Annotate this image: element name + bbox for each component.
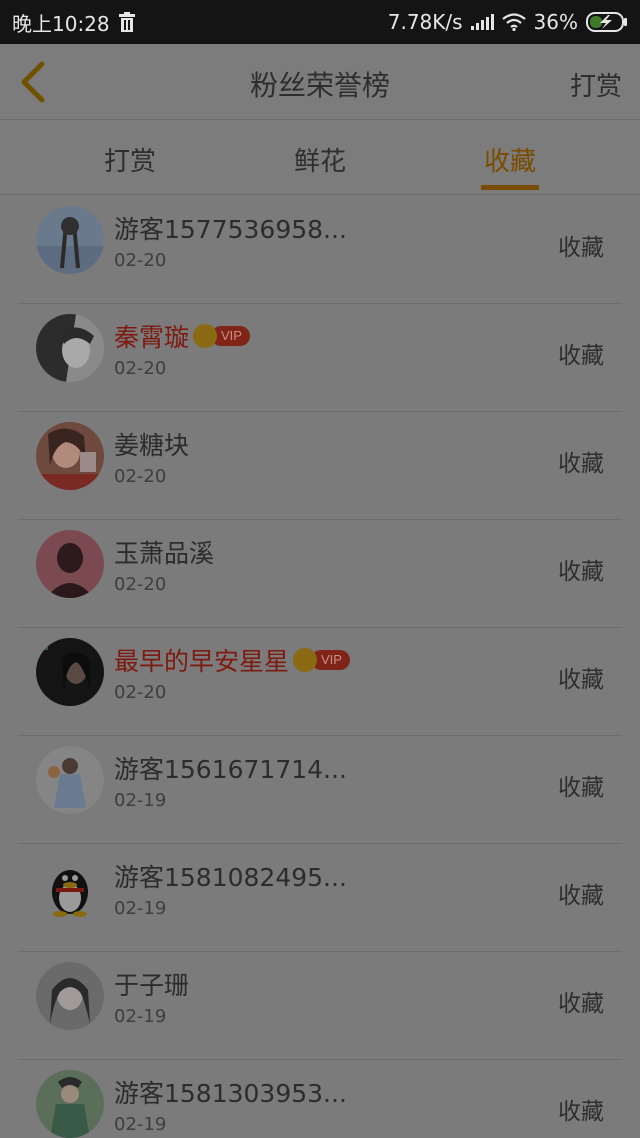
favorite-label: 收藏 [558, 775, 604, 801]
avatar [36, 314, 104, 382]
user-name: 游客1581303953... [114, 1079, 347, 1108]
date: 02-19 [114, 898, 167, 919]
tab-favorites[interactable]: 收藏 [450, 141, 570, 178]
crown-icon [293, 648, 318, 672]
vip-badge: VIP [293, 648, 350, 672]
user-name: 姜糖块 [114, 431, 190, 460]
user-name: 秦霄璇 VIP [114, 318, 250, 354]
user-name: 最早的早安星星 VIP [114, 642, 350, 678]
date: 02-20 [114, 574, 167, 595]
battery-charging-icon [586, 12, 627, 32]
signal-icon [470, 14, 494, 30]
list-item[interactable]: 游客1581082495... 02-19 收藏 [18, 844, 622, 952]
favorite-label: 收藏 [558, 451, 604, 477]
date: 02-20 [114, 358, 167, 379]
status-bar: 晚上10:28 7.78K/s 36% [0, 0, 640, 44]
avatar [36, 638, 104, 706]
list-item[interactable]: 游客1561671714... 02-19 收藏 [18, 736, 622, 844]
user-name: 游客1581082495... [114, 863, 347, 892]
list-item[interactable]: 游客1581303953... 02-19 收藏 [18, 1060, 622, 1138]
avatar [36, 422, 104, 490]
tab-bar: 打赏 鲜花 收藏 [0, 121, 640, 195]
date: 02-19 [114, 1114, 167, 1135]
wifi-icon [501, 13, 526, 31]
avatar [36, 854, 104, 922]
avatar [36, 206, 104, 274]
vip-badge: VIP [193, 324, 250, 348]
crown-icon [193, 324, 218, 348]
date: 02-20 [114, 250, 167, 271]
reward-button[interactable]: 打赏 [570, 66, 622, 103]
list-item[interactable]: 秦霄璇 VIP 02-20 收藏 [18, 304, 622, 412]
trash-icon [118, 12, 135, 32]
list-item[interactable]: 于子珊 02-19 收藏 [18, 952, 622, 1060]
favorite-label: 收藏 [558, 667, 604, 693]
nav-bar: 粉丝荣誉榜 打赏 [0, 44, 640, 120]
user-name: 玉萧品溪 [114, 539, 215, 568]
favorite-label: 收藏 [558, 883, 604, 909]
list-item[interactable]: 玉萧品溪 02-20 收藏 [18, 520, 622, 628]
date: 02-19 [114, 1006, 167, 1027]
network-speed: 7.78K/s [387, 10, 463, 34]
tab-flowers[interactable]: 鲜花 [260, 141, 380, 178]
avatar [36, 746, 104, 814]
favorite-label: 收藏 [558, 991, 604, 1017]
date: 02-20 [114, 466, 167, 487]
screen: 晚上10:28 7.78K/s 36% 粉丝荣誉榜 打赏 打赏 鲜花 收藏 游客… [0, 0, 640, 1138]
favorite-label: 收藏 [558, 343, 604, 369]
favorite-label: 收藏 [558, 1099, 604, 1125]
user-name: 于子珊 [114, 971, 190, 1000]
date: 02-19 [114, 790, 167, 811]
fan-list: 游客1577536958... 02-20 收藏 秦霄璇 VIP 02-20 收… [0, 196, 640, 1138]
user-name: 游客1561671714... [114, 755, 347, 784]
avatar [36, 530, 104, 598]
date: 02-20 [114, 682, 167, 703]
list-item[interactable]: 游客1577536958... 02-20 收藏 [18, 196, 622, 304]
list-item[interactable]: 最早的早安星星 VIP 02-20 收藏 [18, 628, 622, 736]
active-tab-indicator [481, 185, 539, 190]
page-title: 粉丝荣誉榜 [249, 69, 390, 102]
favorite-label: 收藏 [558, 235, 604, 261]
battery-level: 36% [533, 10, 578, 34]
list-item[interactable]: 姜糖块 02-20 收藏 [18, 412, 622, 520]
favorite-label: 收藏 [558, 559, 604, 585]
user-name: 游客1577536958... [114, 215, 347, 244]
avatar [36, 962, 104, 1030]
avatar [36, 1070, 104, 1138]
status-time: 晚上10:28 [12, 11, 110, 36]
tab-reward[interactable]: 打赏 [70, 141, 190, 178]
